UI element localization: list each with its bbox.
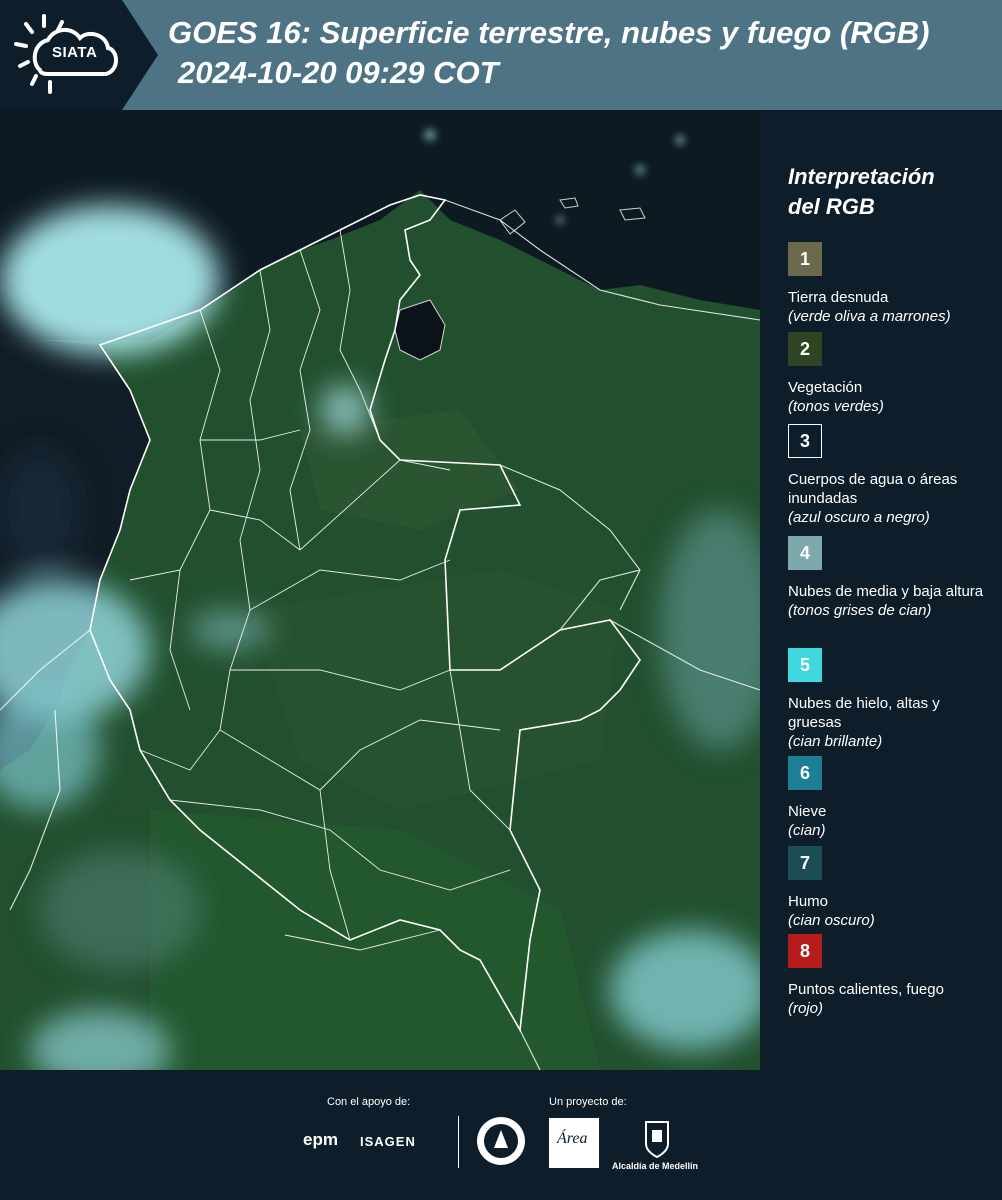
legend-label: Puntos calientes, fuego xyxy=(788,981,944,998)
footer-divider xyxy=(458,1116,459,1168)
legend-label: Nubes de media y baja altura xyxy=(788,583,984,600)
alcaldia-shield-icon xyxy=(645,1121,669,1158)
satellite-map[interactable] xyxy=(0,110,760,1070)
legend-label: Nieve xyxy=(788,803,827,820)
alcaldia-label: Alcaldía de Medellín xyxy=(612,1161,699,1171)
legend-swatch: 6 xyxy=(788,756,822,790)
project-label: Un proyecto de: xyxy=(549,1096,627,1108)
legend-description: (tonos grises de cian) xyxy=(788,602,932,619)
legend-label: Vegetación xyxy=(788,379,863,396)
legend-swatch: 2 xyxy=(788,332,822,366)
legend-item-2: 2 Vegetación (tonos verdes) xyxy=(788,332,988,416)
siata-logo: SIATA xyxy=(0,0,158,110)
legend-label: Cuerpos de agua o áreas inundadas xyxy=(788,471,958,507)
legend-title-line1: Interpretación xyxy=(788,164,935,189)
legend-description: (cian oscuro) xyxy=(788,912,875,929)
isagen-logo: ISAGEN xyxy=(360,1134,416,1149)
legend-description: (verde oliva a marrones) xyxy=(788,308,951,325)
legend-swatch: 7 xyxy=(788,846,822,880)
university-seal-icon xyxy=(477,1117,525,1165)
legend-description: (azul oscuro a negro) xyxy=(788,509,930,526)
map-canvas xyxy=(0,110,760,1070)
legend-label: Tierra desnuda xyxy=(788,289,889,306)
legend-item-3: 3 Cuerpos de agua o áreas inundadas (azul … xyxy=(788,424,988,527)
legend-item-6: 6 Nieve (cian) xyxy=(788,756,988,840)
page-timestamp: 2024-10-20 09:29 COT xyxy=(178,55,499,90)
legend-item-4: 4 Nubes de media y baja altura (tonos gris… xyxy=(788,536,988,620)
legend-description: (rojo) xyxy=(788,1000,824,1017)
legend-description: (tonos verdes) xyxy=(788,398,884,415)
epm-logo: epm xyxy=(303,1130,338,1149)
legend-title: Interpretación del RGB xyxy=(788,162,988,222)
legend-swatch: 1 xyxy=(788,242,822,276)
legend-swatch: 3 xyxy=(788,424,822,458)
page-title: GOES 16: Superficie terrestre, nubes y f… xyxy=(168,15,930,50)
support-label: Con el apoyo de: xyxy=(327,1096,411,1108)
legend-swatch: 8 xyxy=(788,934,822,968)
legend-item-8: 8 Puntos calientes, fuego (rojo) xyxy=(788,934,988,1018)
legend-swatch: 5 xyxy=(788,648,822,682)
logo-text: SIATA xyxy=(52,44,98,61)
area-logo-text: Área xyxy=(557,1130,588,1147)
legend-item-1: 1 Tierra desnuda (verde oliva a marrones) xyxy=(788,242,988,326)
legend-label: Nubes de hielo, altas y gruesas xyxy=(788,695,940,731)
legend-item-5: 5 Nubes de hielo, altas y gruesas (cian br… xyxy=(788,648,988,751)
footer: Con el apoyo de: Un proyecto de: epm ISA… xyxy=(0,1070,1002,1200)
legend-title-line2: del RGB xyxy=(788,194,875,219)
legend-description: (cian) xyxy=(788,822,826,839)
legend-swatch: 4 xyxy=(788,536,822,570)
header-bar: SIATA GOES 16: Superficie terrestre, nub… xyxy=(0,0,1002,110)
rgb-legend: Interpretación del RGB 1 Tierra desnuda (v… xyxy=(788,162,988,1017)
legend-description: (cian brillante) xyxy=(788,733,883,750)
legend-item-7: 7 Humo (cian oscuro) xyxy=(788,846,988,930)
legend-label: Humo xyxy=(788,893,829,910)
